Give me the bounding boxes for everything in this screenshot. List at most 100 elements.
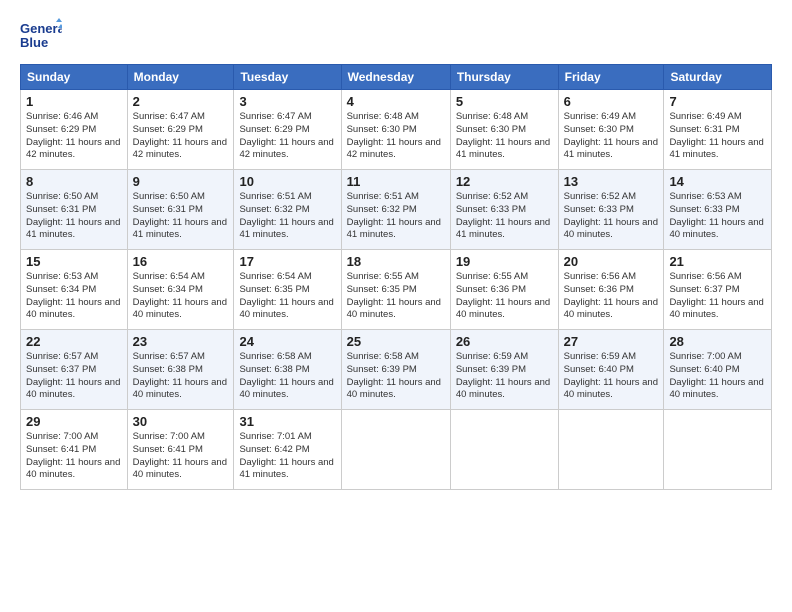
header-thursday: Thursday bbox=[450, 65, 558, 90]
day-number: 23 bbox=[133, 334, 229, 349]
day-detail: Sunrise: 6:54 AMSunset: 6:35 PMDaylight:… bbox=[239, 271, 333, 320]
day-detail: Sunrise: 6:46 AMSunset: 6:29 PMDaylight:… bbox=[26, 111, 120, 160]
day-detail: Sunrise: 6:55 AMSunset: 6:36 PMDaylight:… bbox=[456, 271, 550, 320]
day-detail: Sunrise: 6:50 AMSunset: 6:31 PMDaylight:… bbox=[133, 191, 227, 240]
day-number: 29 bbox=[26, 414, 122, 429]
day-detail: Sunrise: 6:47 AMSunset: 6:29 PMDaylight:… bbox=[133, 111, 227, 160]
calendar-cell: 18 Sunrise: 6:55 AMSunset: 6:35 PMDaylig… bbox=[341, 250, 450, 330]
day-detail: Sunrise: 6:58 AMSunset: 6:38 PMDaylight:… bbox=[239, 351, 333, 400]
calendar-cell: 1 Sunrise: 6:46 AMSunset: 6:29 PMDayligh… bbox=[21, 90, 128, 170]
calendar-cell bbox=[450, 410, 558, 490]
calendar-cell: 16 Sunrise: 6:54 AMSunset: 6:34 PMDaylig… bbox=[127, 250, 234, 330]
calendar-cell: 20 Sunrise: 6:56 AMSunset: 6:36 PMDaylig… bbox=[558, 250, 664, 330]
day-number: 7 bbox=[669, 94, 766, 109]
day-detail: Sunrise: 6:59 AMSunset: 6:40 PMDaylight:… bbox=[564, 351, 658, 400]
day-detail: Sunrise: 6:54 AMSunset: 6:34 PMDaylight:… bbox=[133, 271, 227, 320]
day-number: 11 bbox=[347, 174, 445, 189]
day-detail: Sunrise: 6:55 AMSunset: 6:35 PMDaylight:… bbox=[347, 271, 441, 320]
day-number: 16 bbox=[133, 254, 229, 269]
day-detail: Sunrise: 6:48 AMSunset: 6:30 PMDaylight:… bbox=[456, 111, 550, 160]
calendar-cell: 10 Sunrise: 6:51 AMSunset: 6:32 PMDaylig… bbox=[234, 170, 341, 250]
calendar-cell: 27 Sunrise: 6:59 AMSunset: 6:40 PMDaylig… bbox=[558, 330, 664, 410]
day-detail: Sunrise: 6:49 AMSunset: 6:30 PMDaylight:… bbox=[564, 111, 658, 160]
calendar-cell: 30 Sunrise: 7:00 AMSunset: 6:41 PMDaylig… bbox=[127, 410, 234, 490]
calendar-cell: 4 Sunrise: 6:48 AMSunset: 6:30 PMDayligh… bbox=[341, 90, 450, 170]
day-detail: Sunrise: 7:01 AMSunset: 6:42 PMDaylight:… bbox=[239, 431, 333, 480]
day-detail: Sunrise: 6:53 AMSunset: 6:34 PMDaylight:… bbox=[26, 271, 120, 320]
header-sunday: Sunday bbox=[21, 65, 128, 90]
logo: General Blue bbox=[20, 18, 62, 54]
day-number: 31 bbox=[239, 414, 335, 429]
calendar-cell: 9 Sunrise: 6:50 AMSunset: 6:31 PMDayligh… bbox=[127, 170, 234, 250]
logo-svg: General Blue bbox=[20, 18, 62, 54]
header-saturday: Saturday bbox=[664, 65, 772, 90]
calendar-week-3: 15 Sunrise: 6:53 AMSunset: 6:34 PMDaylig… bbox=[21, 250, 772, 330]
day-number: 25 bbox=[347, 334, 445, 349]
day-number: 22 bbox=[26, 334, 122, 349]
day-number: 17 bbox=[239, 254, 335, 269]
calendar-cell bbox=[341, 410, 450, 490]
day-detail: Sunrise: 6:51 AMSunset: 6:32 PMDaylight:… bbox=[347, 191, 441, 240]
calendar-week-4: 22 Sunrise: 6:57 AMSunset: 6:37 PMDaylig… bbox=[21, 330, 772, 410]
day-detail: Sunrise: 6:56 AMSunset: 6:37 PMDaylight:… bbox=[669, 271, 763, 320]
day-detail: Sunrise: 6:58 AMSunset: 6:39 PMDaylight:… bbox=[347, 351, 441, 400]
day-number: 10 bbox=[239, 174, 335, 189]
calendar-week-2: 8 Sunrise: 6:50 AMSunset: 6:31 PMDayligh… bbox=[21, 170, 772, 250]
calendar-cell: 23 Sunrise: 6:57 AMSunset: 6:38 PMDaylig… bbox=[127, 330, 234, 410]
calendar-cell: 15 Sunrise: 6:53 AMSunset: 6:34 PMDaylig… bbox=[21, 250, 128, 330]
calendar-cell: 5 Sunrise: 6:48 AMSunset: 6:30 PMDayligh… bbox=[450, 90, 558, 170]
calendar-cell: 13 Sunrise: 6:52 AMSunset: 6:33 PMDaylig… bbox=[558, 170, 664, 250]
calendar-week-1: 1 Sunrise: 6:46 AMSunset: 6:29 PMDayligh… bbox=[21, 90, 772, 170]
calendar-cell: 29 Sunrise: 7:00 AMSunset: 6:41 PMDaylig… bbox=[21, 410, 128, 490]
calendar-header: Sunday Monday Tuesday Wednesday Thursday… bbox=[21, 65, 772, 90]
day-detail: Sunrise: 6:48 AMSunset: 6:30 PMDaylight:… bbox=[347, 111, 441, 160]
day-number: 12 bbox=[456, 174, 553, 189]
calendar-cell: 28 Sunrise: 7:00 AMSunset: 6:40 PMDaylig… bbox=[664, 330, 772, 410]
calendar-cell bbox=[558, 410, 664, 490]
day-detail: Sunrise: 6:52 AMSunset: 6:33 PMDaylight:… bbox=[564, 191, 658, 240]
day-detail: Sunrise: 6:57 AMSunset: 6:38 PMDaylight:… bbox=[133, 351, 227, 400]
calendar-cell: 25 Sunrise: 6:58 AMSunset: 6:39 PMDaylig… bbox=[341, 330, 450, 410]
day-detail: Sunrise: 6:50 AMSunset: 6:31 PMDaylight:… bbox=[26, 191, 120, 240]
day-detail: Sunrise: 6:52 AMSunset: 6:33 PMDaylight:… bbox=[456, 191, 550, 240]
calendar-cell: 22 Sunrise: 6:57 AMSunset: 6:37 PMDaylig… bbox=[21, 330, 128, 410]
day-detail: Sunrise: 7:00 AMSunset: 6:40 PMDaylight:… bbox=[669, 351, 763, 400]
calendar-cell: 6 Sunrise: 6:49 AMSunset: 6:30 PMDayligh… bbox=[558, 90, 664, 170]
day-header-row: Sunday Monday Tuesday Wednesday Thursday… bbox=[21, 65, 772, 90]
day-number: 21 bbox=[669, 254, 766, 269]
calendar-cell: 8 Sunrise: 6:50 AMSunset: 6:31 PMDayligh… bbox=[21, 170, 128, 250]
day-detail: Sunrise: 6:49 AMSunset: 6:31 PMDaylight:… bbox=[669, 111, 763, 160]
calendar-cell bbox=[664, 410, 772, 490]
calendar-body: 1 Sunrise: 6:46 AMSunset: 6:29 PMDayligh… bbox=[21, 90, 772, 490]
day-number: 24 bbox=[239, 334, 335, 349]
day-detail: Sunrise: 7:00 AMSunset: 6:41 PMDaylight:… bbox=[133, 431, 227, 480]
day-number: 26 bbox=[456, 334, 553, 349]
day-number: 1 bbox=[26, 94, 122, 109]
calendar-cell: 11 Sunrise: 6:51 AMSunset: 6:32 PMDaylig… bbox=[341, 170, 450, 250]
calendar-cell: 17 Sunrise: 6:54 AMSunset: 6:35 PMDaylig… bbox=[234, 250, 341, 330]
header: General Blue bbox=[20, 18, 772, 54]
calendar-cell: 2 Sunrise: 6:47 AMSunset: 6:29 PMDayligh… bbox=[127, 90, 234, 170]
page: General Blue Sunday Monday Tuesday Wedne… bbox=[0, 0, 792, 612]
calendar-cell: 12 Sunrise: 6:52 AMSunset: 6:33 PMDaylig… bbox=[450, 170, 558, 250]
day-number: 2 bbox=[133, 94, 229, 109]
day-number: 5 bbox=[456, 94, 553, 109]
day-number: 30 bbox=[133, 414, 229, 429]
day-number: 3 bbox=[239, 94, 335, 109]
header-tuesday: Tuesday bbox=[234, 65, 341, 90]
day-detail: Sunrise: 6:59 AMSunset: 6:39 PMDaylight:… bbox=[456, 351, 550, 400]
day-number: 28 bbox=[669, 334, 766, 349]
day-detail: Sunrise: 6:53 AMSunset: 6:33 PMDaylight:… bbox=[669, 191, 763, 240]
header-friday: Friday bbox=[558, 65, 664, 90]
calendar-week-5: 29 Sunrise: 7:00 AMSunset: 6:41 PMDaylig… bbox=[21, 410, 772, 490]
day-number: 27 bbox=[564, 334, 659, 349]
calendar: Sunday Monday Tuesday Wednesday Thursday… bbox=[20, 64, 772, 490]
calendar-cell: 21 Sunrise: 6:56 AMSunset: 6:37 PMDaylig… bbox=[664, 250, 772, 330]
header-wednesday: Wednesday bbox=[341, 65, 450, 90]
calendar-cell: 7 Sunrise: 6:49 AMSunset: 6:31 PMDayligh… bbox=[664, 90, 772, 170]
day-detail: Sunrise: 6:56 AMSunset: 6:36 PMDaylight:… bbox=[564, 271, 658, 320]
svg-text:General: General bbox=[20, 21, 62, 36]
calendar-cell: 26 Sunrise: 6:59 AMSunset: 6:39 PMDaylig… bbox=[450, 330, 558, 410]
day-detail: Sunrise: 6:51 AMSunset: 6:32 PMDaylight:… bbox=[239, 191, 333, 240]
day-number: 14 bbox=[669, 174, 766, 189]
